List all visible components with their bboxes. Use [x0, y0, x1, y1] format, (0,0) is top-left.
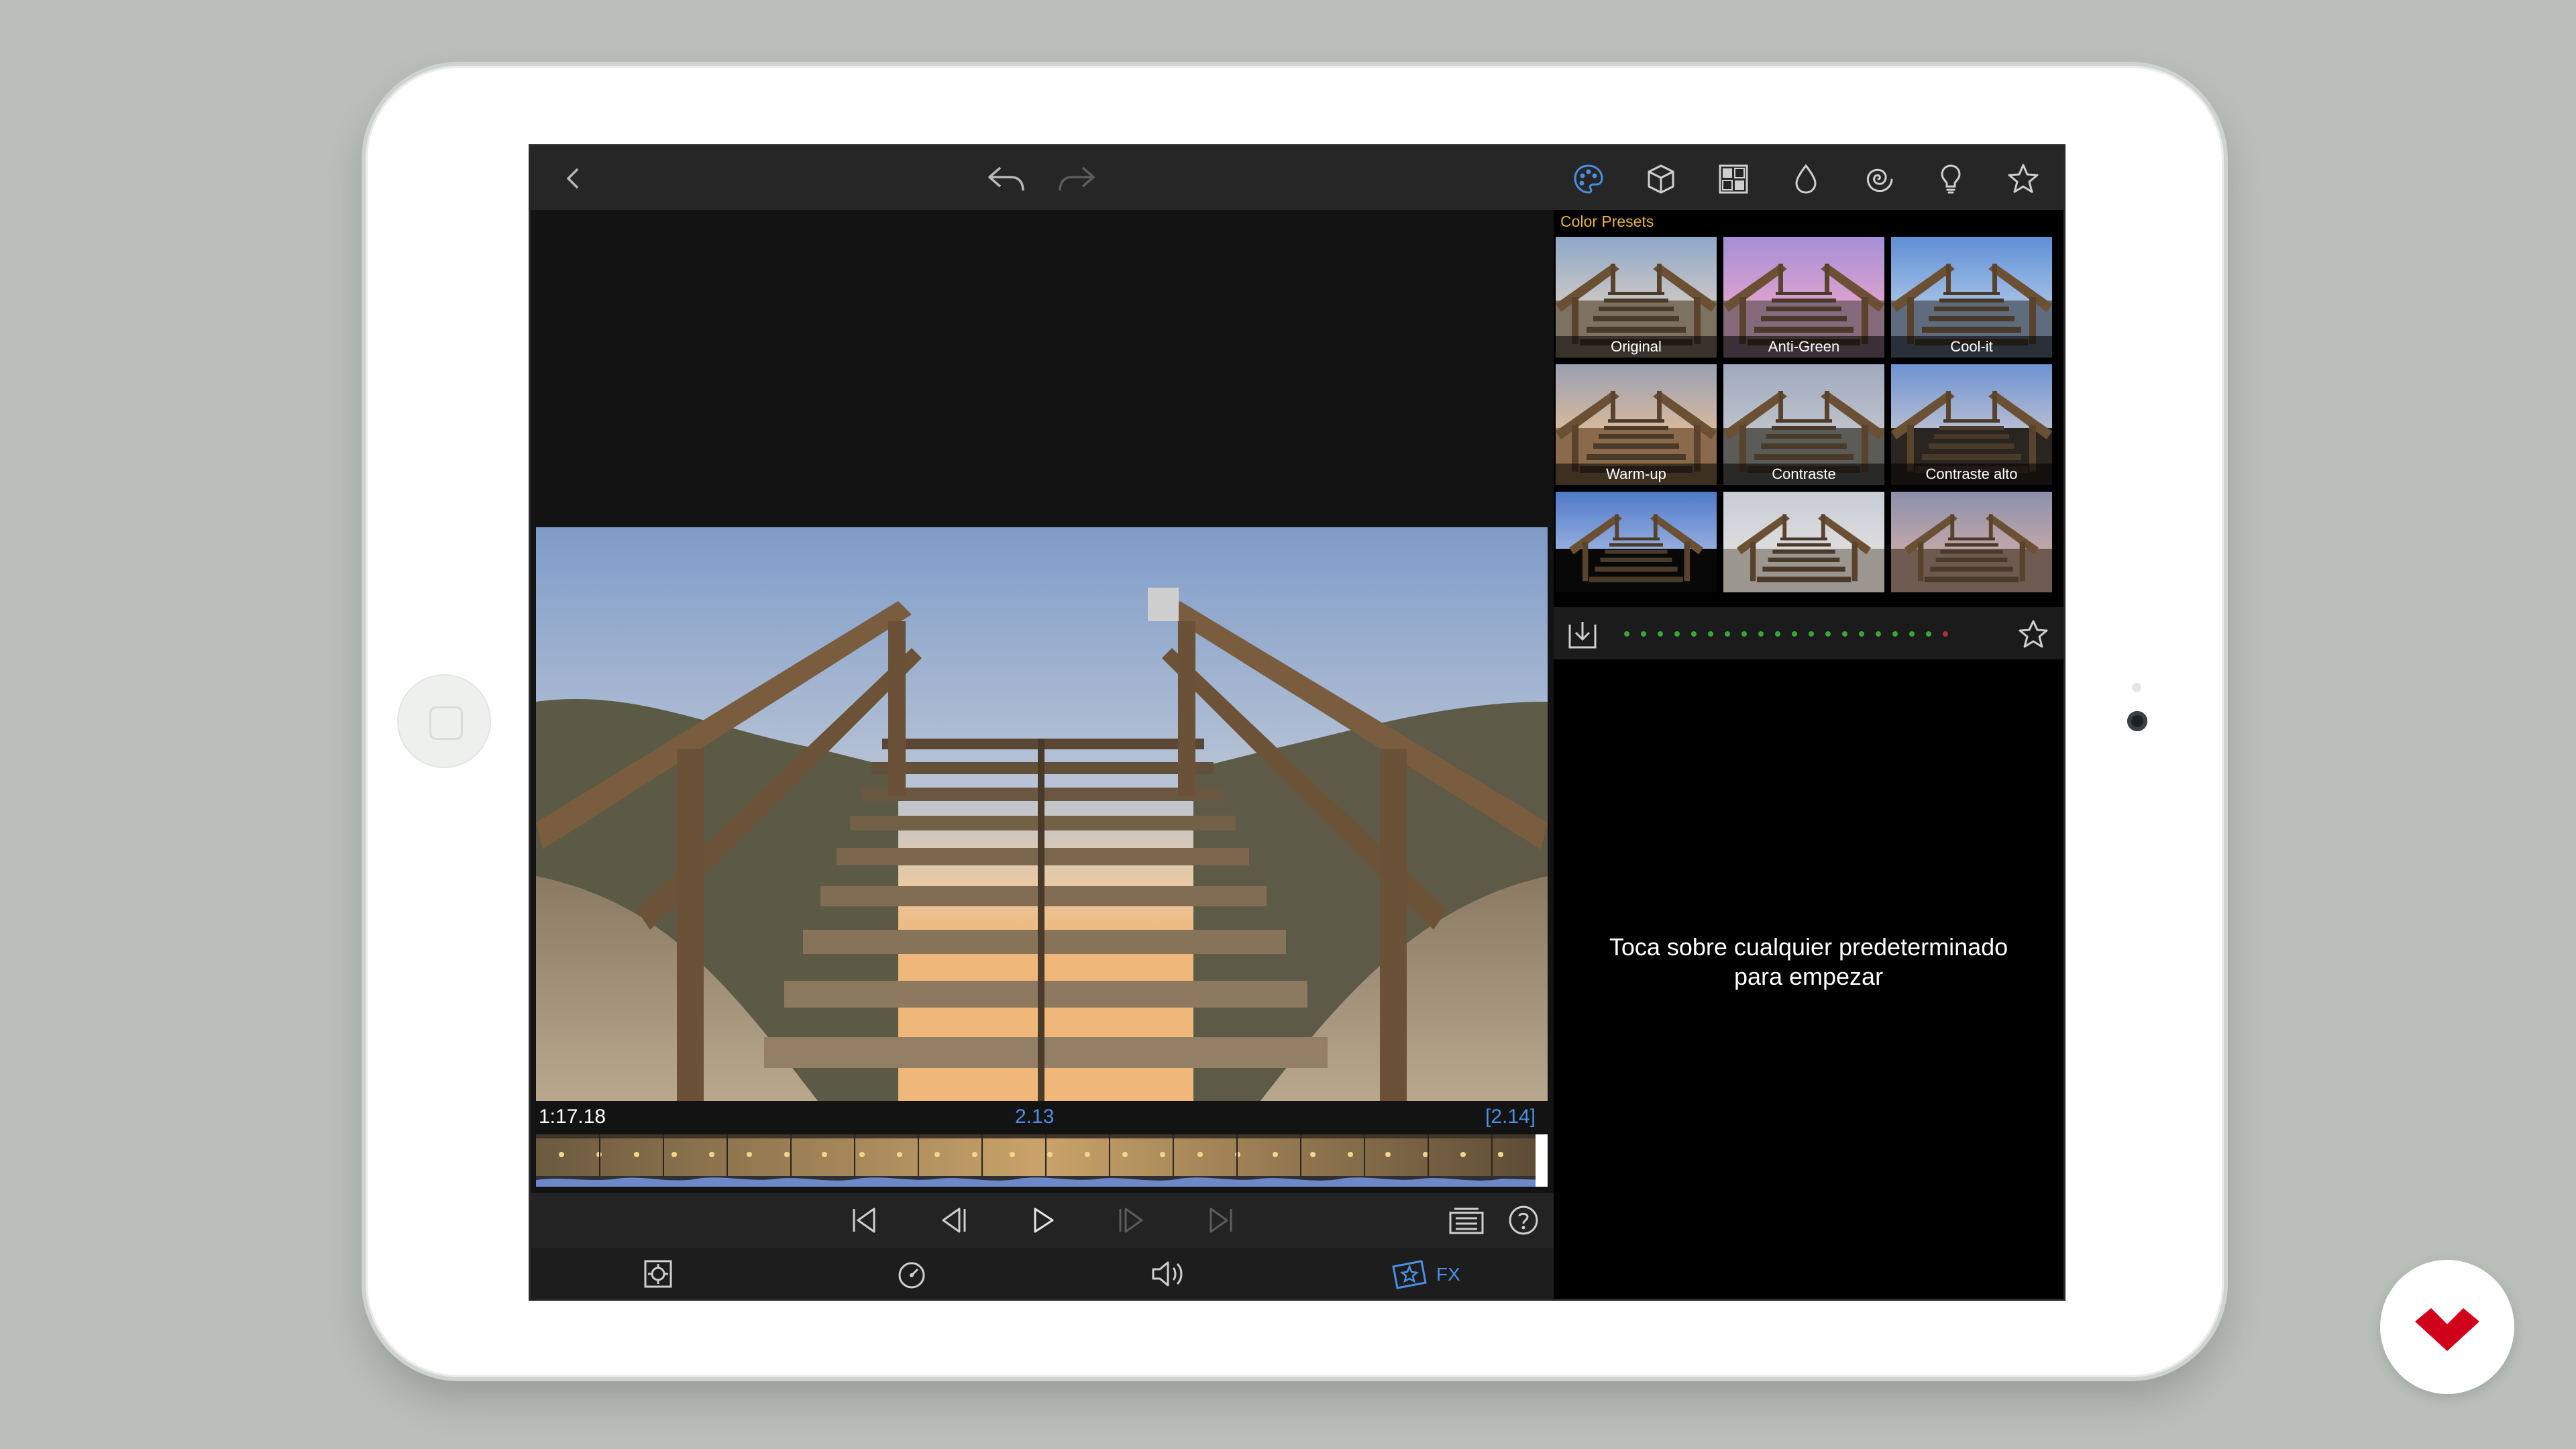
grid-icon — [1719, 164, 1748, 194]
speed-tab[interactable] — [895, 1257, 928, 1291]
crop-tab[interactable] — [641, 1257, 675, 1291]
editing-tabs: FX — [531, 1248, 1554, 1299]
current-time: 1:17.18 — [539, 1106, 606, 1128]
video-frame[interactable] — [536, 527, 1548, 1101]
skip-to-end-icon — [1210, 1208, 1232, 1233]
preset-warm-up[interactable]: Warm-up — [1556, 364, 1717, 485]
video-preview-area: 1:17.18 2.13 [2.14] FX — [531, 210, 1554, 1299]
skip-to-start-icon — [853, 1208, 875, 1233]
audio-tab[interactable] — [1148, 1257, 1188, 1291]
speedometer-icon — [898, 1262, 925, 1289]
preset-8[interactable] — [1723, 492, 1884, 592]
preset-label: Contraste — [1723, 464, 1884, 485]
fx-tab[interactable] — [1389, 1257, 1430, 1291]
home-button[interactable] — [397, 674, 491, 768]
go-to-start-button[interactable] — [847, 1203, 881, 1237]
preset-label: Cool-it — [1891, 336, 2052, 358]
hint-text: Toca sobre cualquier predeterminado para… — [1580, 932, 2037, 991]
preset-label: Contraste alto — [1891, 464, 2052, 485]
import-preset-button[interactable] — [1566, 618, 1599, 651]
timeline-strip[interactable] — [536, 1134, 1548, 1187]
palette-icon — [1574, 164, 1603, 194]
preset-label: Anti-Green — [1723, 336, 1884, 358]
previous-frame-button[interactable] — [936, 1203, 970, 1237]
grid-tab[interactable] — [1717, 162, 1750, 196]
camera-icon — [2127, 711, 2147, 731]
hint-line-1: Toca sobre cualquier predeterminado — [1609, 933, 2008, 961]
next-frame-button[interactable] — [1115, 1203, 1148, 1237]
panel-title: Color Presets — [1560, 213, 1654, 230]
fx-tab-label[interactable]: FX — [1436, 1264, 1460, 1285]
clip-duration: [2.14] — [1485, 1106, 1536, 1128]
brand-logo-icon — [2415, 1308, 2479, 1351]
go-to-end-button[interactable] — [1204, 1203, 1238, 1237]
preset-anti-green[interactable]: Anti-Green — [1723, 237, 1884, 358]
channel-logo — [2380, 1260, 2514, 1394]
home-square-icon — [429, 706, 463, 740]
download-icon — [1568, 622, 1597, 649]
lightbulb-icon — [1941, 164, 1961, 194]
back-button[interactable] — [560, 165, 587, 192]
preset-label: Original — [1556, 336, 1717, 358]
sensor-dot — [2132, 683, 2141, 692]
preset-contraste[interactable]: Contraste — [1723, 364, 1884, 485]
fx-sparkle-icon — [1392, 1260, 1427, 1289]
play-icon — [1034, 1208, 1054, 1233]
chevron-left-icon — [566, 168, 579, 189]
play-button[interactable] — [1026, 1203, 1059, 1237]
preset-9[interactable] — [1891, 492, 2052, 592]
redo-button[interactable] — [1056, 162, 1097, 195]
star-outline-icon — [2019, 620, 2048, 648]
hint-line-2: para empezar — [1733, 963, 1884, 990]
preset-7[interactable] — [1556, 492, 1717, 592]
preset-contraste-alto[interactable]: Contraste alto — [1891, 364, 2052, 485]
preset-cool-it[interactable]: Cool-it — [1891, 237, 2052, 358]
redo-icon — [1059, 166, 1095, 191]
help-button[interactable] — [1507, 1203, 1540, 1237]
spiral-icon — [1866, 168, 1893, 193]
top-toolbar — [531, 146, 2063, 210]
3d-lut-tab[interactable] — [1644, 162, 1678, 196]
vignette-tab[interactable] — [1862, 162, 1895, 196]
undo-icon — [988, 166, 1024, 191]
color-presets-tab[interactable] — [1572, 162, 1605, 196]
saturation-tab[interactable] — [1789, 162, 1823, 196]
preset-label: Warm-up — [1556, 464, 1717, 485]
drop-icon — [1795, 164, 1817, 194]
cube-icon — [1648, 164, 1674, 194]
undo-button[interactable] — [985, 162, 1027, 195]
star-icon — [2008, 164, 2039, 193]
clipboard-icon — [1449, 1208, 1484, 1234]
step-back-icon — [942, 1208, 966, 1233]
preset-original[interactable]: Original — [1556, 237, 1717, 358]
presets-toolbar — [1554, 607, 2063, 659]
clip-info-button[interactable] — [1446, 1203, 1487, 1237]
step-forward-icon — [1119, 1208, 1143, 1233]
page-indicator — [1624, 631, 1948, 637]
transport-controls — [531, 1193, 1554, 1248]
speaker-icon — [1152, 1261, 1183, 1287]
light-tab[interactable] — [1934, 162, 1968, 196]
color-presets-panel: Color Presets Original Anti-Green Cool-i… — [1554, 210, 2063, 1299]
app-screen: 1:17.18 2.13 [2.14] FX Color Presets Ori… — [529, 144, 2065, 1301]
help-icon — [1509, 1205, 1538, 1235]
favorite-preset-button[interactable] — [2017, 618, 2050, 651]
clip-time: 2.13 — [1015, 1106, 1055, 1128]
favorites-tab[interactable] — [2006, 162, 2040, 196]
frame-target-icon — [644, 1260, 672, 1288]
